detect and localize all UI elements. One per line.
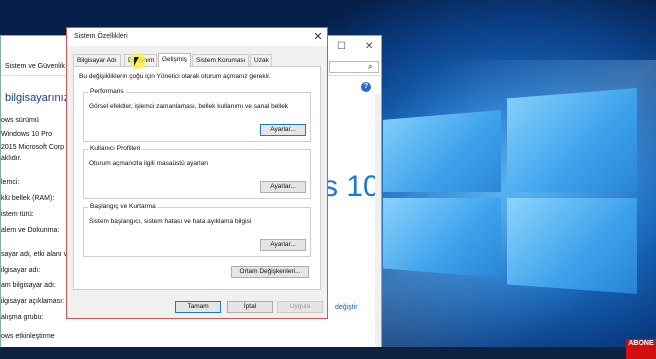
system-info-label: istem türü: [1, 211, 34, 218]
tab-gelişmiş[interactable]: Gelişmiş [158, 53, 191, 67]
system-info-label: ilgisayar adı: [1, 267, 41, 274]
environment-variables-button[interactable]: Ortam Değişkenleri... [231, 266, 309, 278]
system-info-label: am bilgisayar adı: [1, 282, 56, 289]
windows-logo-icon [383, 88, 637, 294]
system-info-label: aklıdır. [1, 155, 22, 162]
system-info-label: lemci: [1, 179, 20, 186]
system-properties-dialog: Sistem Özellikleri ✕ Bilgisayar AdıDonan… [66, 27, 328, 319]
cancel-button[interactable]: İptal [227, 301, 273, 313]
system-info-label: ows sürümü [1, 117, 39, 124]
mouse-cursor-icon [130, 53, 146, 73]
windows-10-brand: s 10 [323, 170, 380, 203]
group-description: Sistem başlangıcı, sistem hatası ve hata… [89, 218, 252, 225]
group-title: Başlangıç ve Kurtarma [88, 203, 158, 210]
tab-uzak[interactable]: Uzak [250, 54, 272, 66]
group-description: Görsel efektler, işlemci zamanlaması, be… [89, 103, 289, 110]
search-icon: ⌕ [368, 62, 373, 71]
dialog-title: Sistem Özellikleri [74, 33, 128, 40]
user-profiles-group: Kullanıcı Profilleri Oturum açmanızla il… [83, 145, 311, 199]
subscribe-badge[interactable]: ABONE [626, 339, 656, 359]
tab-bilgisayar-adı[interactable]: Bilgisayar Adı [73, 54, 121, 66]
close-icon[interactable]: ✕ [365, 41, 373, 52]
startup-recovery-group: Başlangıç ve Kurtarma Sistem başlangıcı,… [83, 203, 311, 257]
group-title: Kullanıcı Profilleri [88, 145, 143, 152]
system-info-label: alem ve Dokunma: [1, 227, 60, 234]
system-info-label: alışma grubu: [1, 314, 44, 321]
scrollbar[interactable] [375, 94, 381, 352]
performance-settings-button[interactable]: Ayarlar... [260, 124, 306, 136]
change-settings-link[interactable]: değiştir [335, 304, 358, 311]
system-info-label: klü bellek (RAM): [1, 195, 55, 202]
group-description: Oturum açmanızla ilgili masaüstü ayarlar… [89, 160, 209, 167]
help-icon[interactable]: ? [361, 82, 371, 92]
breadcrumb[interactable]: Sistem ve Güvenlik [5, 63, 65, 70]
admin-note: Bu değişikliklerin çoğu için Yönetici ol… [79, 73, 271, 80]
taskbar [0, 347, 656, 359]
system-info-label: ows etkinleştirme [1, 333, 55, 340]
system-info-label: 2015 Microsoft Corp [1, 144, 65, 151]
tab-sistem-koruması[interactable]: Sistem Koruması [192, 54, 249, 66]
dialog-titlebar[interactable]: Sistem Özellikleri ✕ [67, 28, 327, 46]
search-input[interactable]: ⌕ [329, 61, 379, 73]
maximize-icon[interactable]: ☐ [337, 41, 346, 52]
user-profiles-settings-button[interactable]: Ayarlar... [260, 181, 306, 193]
system-info-label: sayar adı, etki alanı ve [1, 251, 72, 258]
system-info-label: ilgisayar açıklaması: [1, 298, 65, 305]
system-info-label: Windows 10 Pro [1, 131, 52, 138]
apply-button[interactable]: Uygula [277, 301, 323, 313]
close-icon[interactable]: ✕ [311, 30, 325, 43]
group-title: Performans [88, 88, 126, 95]
ok-button[interactable]: Tamam [175, 301, 221, 313]
startup-recovery-settings-button[interactable]: Ayarlar... [260, 239, 306, 251]
performance-group: Performans Görsel efektler, işlemci zama… [83, 88, 311, 142]
